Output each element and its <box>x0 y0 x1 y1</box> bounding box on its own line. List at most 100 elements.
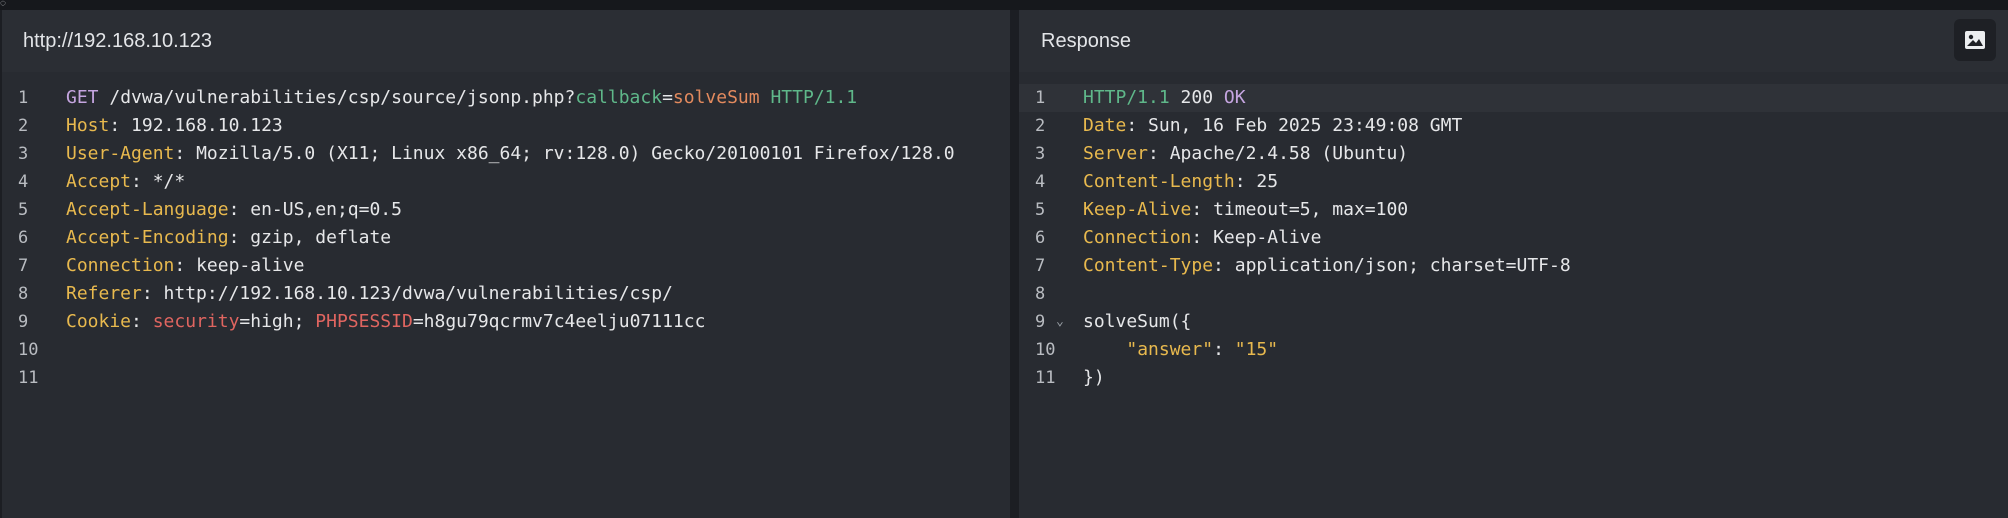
header-separator <box>2 72 1010 83</box>
header-value: http://192.168.10.123/dvwa/vulnerabiliti… <box>163 283 673 304</box>
json-value: "15" <box>1234 339 1279 360</box>
response-line: 8 <box>1019 280 2008 308</box>
line-number: 4 <box>18 172 29 192</box>
response-line: 4 Content-Length: 25 <box>1019 168 2008 196</box>
header-name: Cookie <box>66 311 132 332</box>
http-protocol: HTTP/1.1 <box>1083 87 1170 108</box>
panel-divider[interactable] <box>1010 10 1019 518</box>
header-name: Referer <box>66 283 142 304</box>
line-number: 5 <box>18 200 29 220</box>
line-number: 10 <box>1035 340 1056 360</box>
header-line: Connection: Keep-Alive <box>1083 227 1322 248</box>
header-line: Content-Type: application/json; charset=… <box>1083 255 1571 276</box>
corner-glyph: ◌ <box>0 0 6 9</box>
request-line: 9 Cookie: security=high; PHPSESSID=h8gu7… <box>2 308 1010 336</box>
line-number: 3 <box>18 144 29 164</box>
header-name: Server <box>1083 143 1149 164</box>
cookie-key: PHPSESSID <box>315 311 413 332</box>
header-line: Content-Length: 25 <box>1083 171 1279 192</box>
response-line: 10 "answer": "15" <box>1019 336 2008 364</box>
response-panel: Response 1 HTTP/1.1 200 OK 2 Date: Sun, … <box>1019 10 2008 518</box>
request-editor[interactable]: 1 GET /dvwa/vulnerabilities/csp/source/j… <box>2 84 1010 392</box>
line-number: 1 <box>1035 88 1046 108</box>
header-name: Accept-Encoding <box>66 227 229 248</box>
line-number: 11 <box>1035 368 1056 388</box>
line-number: 1 <box>18 88 29 108</box>
response-title: Response <box>1041 29 1132 52</box>
request-line: 4 Accept: */* <box>2 168 1010 196</box>
header-line: Date: Sun, 16 Feb 2025 23:49:08 GMT <box>1083 115 1463 136</box>
response-editor[interactable]: 1 HTTP/1.1 200 OK 2 Date: Sun, 16 Feb 20… <box>1019 84 2008 392</box>
line-number: 2 <box>18 116 29 136</box>
request-line: 3 User-Agent: Mozilla/5.0 (X11; Linux x8… <box>2 140 1010 168</box>
line-number: 10 <box>18 340 39 360</box>
json-line: "answer": "15" <box>1067 336 1278 364</box>
render-image-button[interactable] <box>1954 19 1996 61</box>
header-line: Connection: keep-alive <box>66 255 305 276</box>
header-name: Content-Type <box>1083 255 1214 276</box>
cookie-value: =h8gu79qcrmv7c4eelju07111cc <box>412 311 706 332</box>
header-line: Accept-Language: en-US,en;q=0.5 <box>66 199 402 220</box>
request-line: 7 Connection: keep-alive <box>2 252 1010 280</box>
header-value: Keep-Alive <box>1213 227 1322 248</box>
header-name: Keep-Alive <box>1083 199 1192 220</box>
header-name: Connection <box>1083 227 1192 248</box>
status-code: 200 <box>1180 87 1214 108</box>
response-panel-header: Response <box>1019 10 2008 72</box>
header-name: User-Agent <box>66 143 175 164</box>
request-line: 8 Referer: http://192.168.10.123/dvwa/vu… <box>2 280 1010 308</box>
header-value: Sun, 16 Feb 2025 23:49:08 GMT <box>1148 115 1463 136</box>
empty-line <box>50 336 66 364</box>
cookie-value: =high; <box>239 311 316 332</box>
header-value: application/json; charset=UTF-8 <box>1234 255 1571 276</box>
header-value: timeout=5, max=100 <box>1213 199 1409 220</box>
request-line-code: GET /dvwa/vulnerabilities/csp/source/jso… <box>50 84 857 112</box>
status-text: OK <box>1223 87 1246 108</box>
line-number: 9 <box>18 312 29 332</box>
header-value: */* <box>152 171 186 192</box>
response-line: 2 Date: Sun, 16 Feb 2025 23:49:08 GMT <box>1019 112 2008 140</box>
line-number: 7 <box>18 256 29 276</box>
line-number: 7 <box>1035 256 1046 276</box>
body-text: }) <box>1083 367 1105 388</box>
query-equals: = <box>662 87 673 108</box>
header-line: User-Agent: Mozilla/5.0 (X11; Linux x86_… <box>66 143 955 164</box>
line-number: 11 <box>18 368 39 388</box>
request-panel: http://192.168.10.123 1 GET /dvwa/vulner… <box>2 10 1010 518</box>
request-line: 2 Host: 192.168.10.123 <box>2 112 1010 140</box>
empty-line <box>1067 280 1083 308</box>
header-line: Accept: */* <box>66 171 186 192</box>
header-value: en-US,en;q=0.5 <box>250 199 402 220</box>
json-key: "answer" <box>1126 339 1214 360</box>
body-text: solveSum({ <box>1083 311 1192 332</box>
request-line: 5 Accept-Language: en-US,en;q=0.5 <box>2 196 1010 224</box>
request-line: 6 Accept-Encoding: gzip, deflate <box>2 224 1010 252</box>
line-number: 8 <box>18 284 29 304</box>
request-line: 1 GET /dvwa/vulnerabilities/csp/source/j… <box>2 84 1010 112</box>
header-name: Accept-Language <box>66 199 229 220</box>
line-number: 8 <box>1035 284 1046 304</box>
header-value: Mozilla/5.0 (X11; Linux x86_64; rv:128.0… <box>196 143 955 164</box>
response-line: 9 ⌄ solveSum({ <box>1019 308 2008 336</box>
header-name: Host <box>66 115 110 136</box>
header-line: Keep-Alive: timeout=5, max=100 <box>1083 199 1409 220</box>
response-line: 3 Server: Apache/2.4.58 (Ubuntu) <box>1019 140 2008 168</box>
line-number: 3 <box>1035 144 1046 164</box>
line-number: 5 <box>1035 200 1046 220</box>
query-param-value: solveSum <box>672 87 760 108</box>
json-colon: : <box>1213 339 1235 360</box>
query-param-key: callback <box>575 87 663 108</box>
header-value: Apache/2.4.58 (Ubuntu) <box>1169 143 1409 164</box>
header-name: Content-Length <box>1083 171 1235 192</box>
cookie-key: security <box>152 311 240 332</box>
header-line: Accept-Encoding: gzip, deflate <box>66 227 392 248</box>
header-separator <box>1019 72 2008 83</box>
line-number: 2 <box>1035 116 1046 136</box>
chevron-down-icon[interactable]: ⌄ <box>1056 308 1064 336</box>
header-value: gzip, deflate <box>250 227 392 248</box>
request-line: 11 <box>2 364 1010 392</box>
line-number-with-fold: 9 ⌄ <box>1019 308 1067 336</box>
http-protocol: HTTP/1.1 <box>770 87 858 108</box>
header-line: Referer: http://192.168.10.123/dvwa/vuln… <box>66 283 673 304</box>
header-value: 25 <box>1256 171 1279 192</box>
